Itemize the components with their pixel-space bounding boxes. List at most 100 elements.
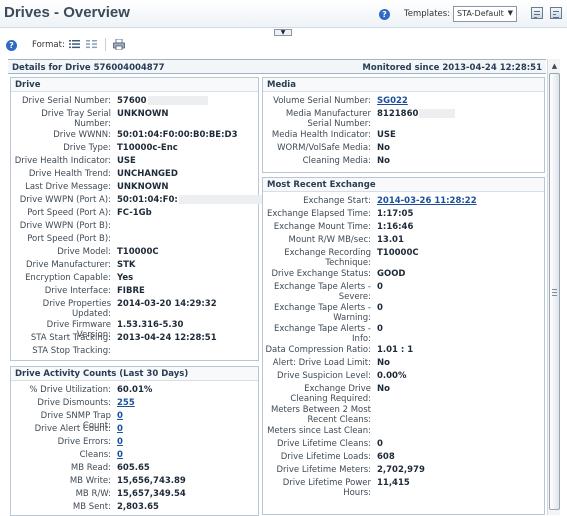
drive-row-label: Last Drive Message: <box>25 182 111 192</box>
list-format-icon[interactable] <box>69 39 80 49</box>
activity-row-value[interactable]: 0 <box>117 450 123 460</box>
details-title: Details for Drive 576004004877 <box>12 63 165 73</box>
exchange-row-value[interactable]: 2014-03-26 11:28:22 <box>377 196 477 206</box>
media-panel-title: Media <box>263 78 544 92</box>
drive-row-value: 1.53.316-5.30 <box>117 320 184 330</box>
activity-row-label: MB Write: <box>69 476 111 486</box>
activity-row-value: 15,657,349.54 <box>117 489 186 499</box>
save-template-icon[interactable] <box>531 7 543 19</box>
drive-row-value: Yes <box>117 273 134 283</box>
exchange-row-value: 11,415 <box>377 478 410 488</box>
exchange-row-value: No <box>377 384 390 394</box>
exchange-row-label: Drive Lifetime Loads: <box>280 452 371 462</box>
print-icon[interactable] <box>113 39 125 50</box>
drive-row-label: Drive Serial Number: <box>22 96 111 106</box>
drive-row-value: STK <box>117 260 136 270</box>
activity-panel-title: Drive Activity Counts (Last 30 Days) <box>11 367 258 381</box>
activity-row-value[interactable]: 255 <box>117 398 135 408</box>
drive-row-label: Drive WWNN: <box>53 130 111 140</box>
exchange-row-value: 13.01 <box>377 235 404 245</box>
collapse-header-button[interactable]: ▼ <box>274 29 292 36</box>
drive-row-label: Encryption Capable: <box>25 273 111 283</box>
vertical-scrollbar[interactable]: ▲ <box>547 59 560 515</box>
exchange-row-value: GOOD <box>377 269 406 279</box>
activity-row-value: 60.01% <box>117 385 153 395</box>
redacted-value-mask <box>148 96 208 105</box>
table-format-icon[interactable] <box>86 39 97 49</box>
media-row-value[interactable]: SG022 <box>377 96 408 106</box>
scroll-up-icon[interactable]: ▲ <box>549 61 560 72</box>
drive-row-value: UNCHANGED <box>117 169 178 179</box>
exchange-row-label: Meters since Last Clean: <box>267 426 371 436</box>
activity-row-label: % Drive Utilization: <box>29 385 111 395</box>
activity-row-value: 2,803.65 <box>117 502 159 512</box>
activity-row-value: 605.65 <box>117 463 150 473</box>
exchange-row-label: Exchange Recording Technique: <box>284 248 371 268</box>
help-icon[interactable]: ? <box>379 9 390 20</box>
exchange-row-label: Drive Lifetime Meters: <box>276 465 371 475</box>
exchange-row-label: Exchange Elapsed Time: <box>267 209 371 219</box>
drive-row-value: 2014-03-20 14:29:32 <box>117 299 217 309</box>
templates-select-value: STA-Default <box>457 9 504 18</box>
drive-row-value: FC-1Gb <box>117 208 152 218</box>
activity-row-label: Drive Errors: <box>57 437 111 447</box>
media-row-value: No <box>377 156 390 166</box>
activity-row-label: Cleans: <box>79 450 111 460</box>
exchange-row-value: 608 <box>377 452 395 462</box>
drive-row-value: 50:01:04:F0:00:B0:BE:D3 <box>117 130 238 140</box>
exchange-row-value: 1.01 : 1 <box>377 345 414 355</box>
exchange-row-value: No <box>377 358 390 368</box>
activity-row-value[interactable]: 0 <box>117 411 123 421</box>
exchange-row-label: Exchange Start: <box>303 196 371 206</box>
exchange-row-label: Drive Exchange Status: <box>271 269 371 279</box>
media-row-value: 8121860 <box>377 109 419 119</box>
media-panel: Media Volume Serial Number: SG022 Media Ma… <box>262 77 545 173</box>
activity-row-value: 15,656,743.89 <box>117 476 186 486</box>
drive-row-label: Drive WWPN (Port B): <box>19 221 111 231</box>
media-row-label: Media Health Indicator: <box>271 130 371 140</box>
exchange-row-label: Meters Between 2 Most Recent Cleans: <box>270 405 371 425</box>
exchange-row-value: 0 <box>377 324 383 334</box>
templates-select[interactable]: STA-Default ▼ <box>453 6 517 22</box>
exchange-row-value: 0.00% <box>377 371 407 381</box>
drives-overview-page: Drives - Overview ? Templates: STA-Defau… <box>0 0 567 516</box>
drive-row-value: 50:01:04:F0: <box>117 195 178 205</box>
drive-panel-title: Drive <box>11 78 258 92</box>
exchange-row-value: 1:17:05 <box>377 209 414 219</box>
drive-row-label: Drive Properties Updated: <box>42 299 111 319</box>
manage-templates-icon[interactable] <box>550 7 562 19</box>
toolbar: ? Format: <box>0 36 567 54</box>
drive-row-label: Drive Type: <box>63 143 111 153</box>
drive-row-value: T10000c-Enc <box>117 143 178 153</box>
activity-row-value[interactable]: 0 <box>117 437 123 447</box>
media-row-value: No <box>377 143 390 153</box>
monitored-since: Monitored since 2013-04-24 12:28:51 <box>362 63 542 73</box>
drive-row-value: FIBRE <box>117 286 145 296</box>
details-bar: Details for Drive 576004004877 Monitored… <box>8 59 546 74</box>
activity-row-label: MB Read: <box>70 463 111 473</box>
drive-row-label: Drive Manufacturer: <box>25 260 111 270</box>
drive-row-label: Drive Model: <box>57 247 111 257</box>
drive-row-value: UNKNOWN <box>117 182 169 192</box>
exchange-row-value: T10000C <box>377 248 419 258</box>
exchange-row-label: Drive Lifetime Power Hours: <box>282 478 371 498</box>
drive-row-label: Port Speed (Port A): <box>27 208 111 218</box>
activity-row-label: Drive Alert Count: <box>34 424 111 434</box>
drive-row-label: Drive WWPN (Port A): <box>19 195 111 205</box>
drive-row-label: Drive Health Trend: <box>28 169 111 179</box>
activity-row-value[interactable]: 0 <box>117 424 123 434</box>
toolbar-help-icon[interactable]: ? <box>6 40 17 51</box>
drive-panel: Drive Drive Serial Number: 57600 Drive Tra… <box>10 77 279 361</box>
media-row-label: Volume Serial Number: <box>273 96 371 106</box>
media-row-label: Cleaning Media: <box>302 156 371 166</box>
media-row-label: Media Manufacturer Serial Number: <box>285 109 371 129</box>
scrollbar-thumb[interactable] <box>549 73 560 510</box>
toolbar-separator <box>105 38 106 51</box>
exchange-row-label: Exchange Tape Alerts - Info: <box>274 324 371 344</box>
drive-row-value: USE <box>117 156 136 166</box>
activity-panel: Drive Activity Counts (Last 30 Days) % D… <box>10 366 259 516</box>
exchange-row-label: Alert: Drive Load Limit: <box>272 358 371 368</box>
activity-row-label: MB Sent: <box>72 502 111 512</box>
page-header: Drives - Overview ? Templates: STA-Defau… <box>0 0 567 28</box>
activity-row-label: Drive Dismounts: <box>37 398 111 408</box>
